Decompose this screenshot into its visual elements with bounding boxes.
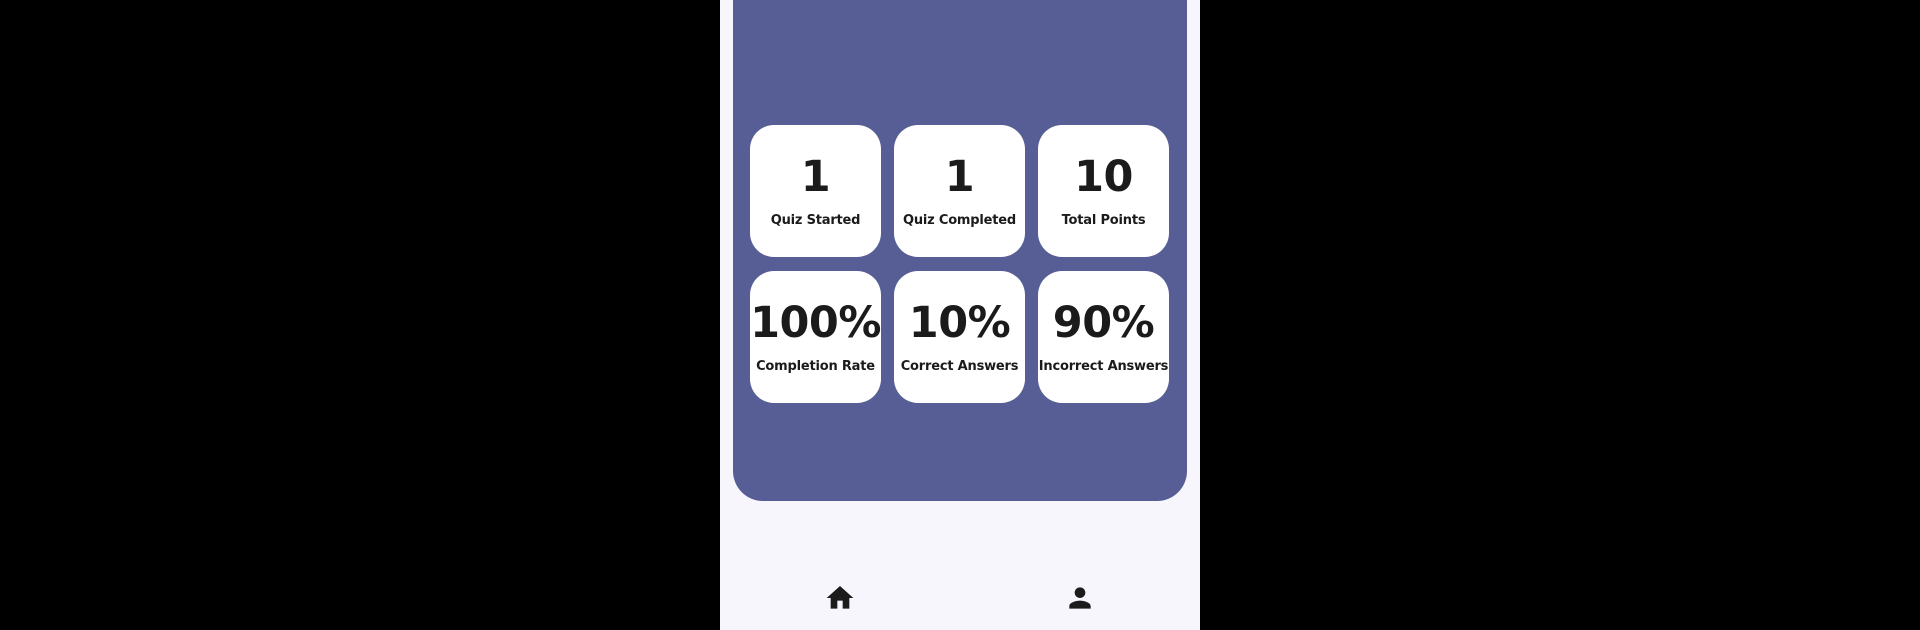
- stat-value: 10: [1074, 152, 1133, 202]
- stat-card-completion-rate[interactable]: 100% Completion Rate: [750, 271, 881, 403]
- stat-label: Correct Answers: [900, 359, 1019, 374]
- person-icon: [1069, 587, 1091, 609]
- nav-profile-button[interactable]: [1060, 580, 1100, 616]
- stat-value: 1: [944, 152, 975, 202]
- stat-value: 10%: [908, 298, 1011, 348]
- stat-value: 100%: [750, 298, 881, 348]
- stat-value: 90%: [1052, 298, 1155, 348]
- stat-label: Quiz Started: [770, 213, 861, 228]
- app-screen: 1 Quiz Started 1 Quiz Completed 10 Total…: [720, 0, 1200, 630]
- stat-card-quiz-completed[interactable]: 1 Quiz Completed: [894, 125, 1025, 257]
- stat-label: Incorrect Answers: [1038, 359, 1169, 374]
- bottom-navigation: [720, 560, 1200, 630]
- stat-label: Completion Rate: [756, 359, 875, 374]
- stat-value: 1: [800, 152, 831, 202]
- stat-label: Quiz Completed: [903, 213, 1016, 228]
- stat-card-quiz-started[interactable]: 1 Quiz Started: [750, 125, 881, 257]
- stat-card-incorrect-answers[interactable]: 90% Incorrect Answers: [1038, 271, 1169, 403]
- stat-label: Total Points: [1061, 213, 1146, 228]
- stat-card-correct-answers[interactable]: 10% Correct Answers: [894, 271, 1025, 403]
- nav-home-button[interactable]: [820, 580, 860, 616]
- stat-card-total-points[interactable]: 10 Total Points: [1038, 125, 1169, 257]
- home-icon: [826, 586, 854, 609]
- stats-grid: 1 Quiz Started 1 Quiz Completed 10 Total…: [750, 125, 1169, 403]
